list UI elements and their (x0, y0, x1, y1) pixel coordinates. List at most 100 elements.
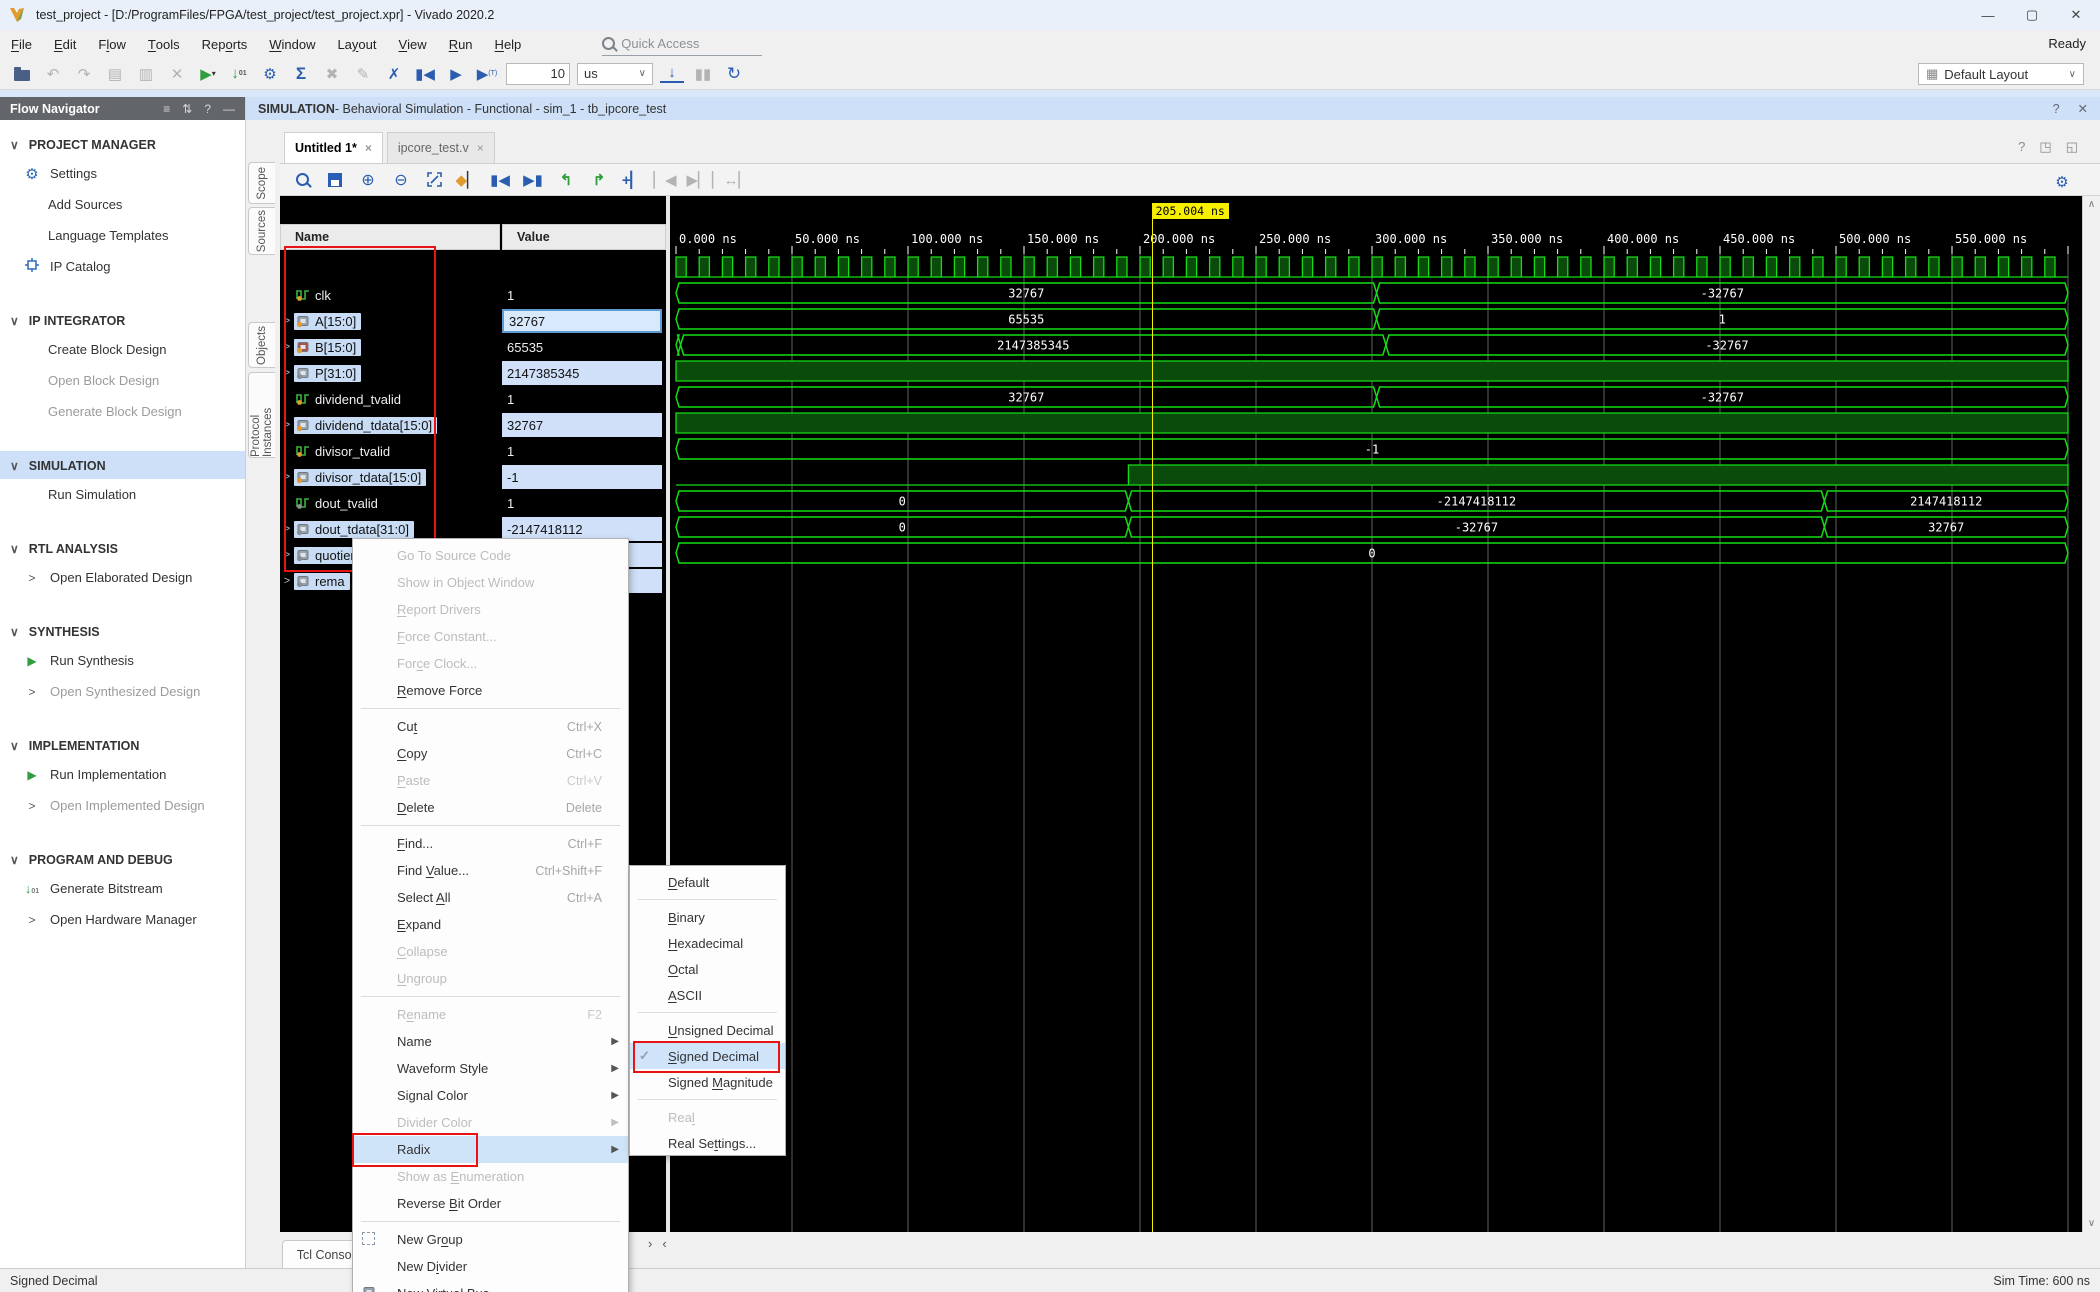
menu-item-delete[interactable]: DeleteDelete (353, 794, 628, 821)
menu-view[interactable]: View (388, 30, 438, 58)
expand-signal-icon[interactable]: > (280, 315, 294, 327)
flow-section-ip-integrator[interactable]: ∨IP INTEGRATOR (0, 306, 245, 334)
flow-item-run-simulation[interactable]: Run Simulation (0, 479, 245, 510)
close-tab-icon[interactable]: × (477, 141, 484, 155)
flow-item-open-implemented-design[interactable]: >Open Implemented Design (0, 790, 245, 821)
delete-icon[interactable]: ✕ (165, 62, 189, 86)
scroll-right-icon[interactable]: › (648, 1236, 652, 1251)
menu-item-reverse-bit-order[interactable]: Reverse Bit Order (353, 1190, 628, 1217)
name-column-header[interactable]: Name (280, 224, 500, 250)
flow-item-ip-catalog[interactable]: IP Catalog (0, 251, 245, 282)
vertical-scrollbar[interactable]: ∧ ∨ (2082, 196, 2100, 1232)
value-column-header[interactable]: Value (502, 224, 666, 250)
menu-item-ascii[interactable]: ASCII (630, 982, 785, 1008)
menu-item-default[interactable]: Default (630, 869, 785, 895)
signal-value-cell[interactable]: 1 (502, 283, 662, 307)
flow-item-open-synthesized-design[interactable]: >Open Synthesized Design (0, 676, 245, 707)
break-icon[interactable]: ✗ (382, 62, 406, 86)
signal-row-name[interactable]: divisor_tvalid (280, 438, 500, 464)
collapse-all-icon[interactable]: ≡ (163, 102, 170, 116)
menu-item-select-all[interactable]: Select AllCtrl+A (353, 884, 628, 911)
goto-end-icon[interactable]: ▶▮ (521, 168, 545, 192)
layout-selector[interactable]: ▦ Default Layout ∨ (1918, 63, 2084, 85)
add-marker-icon[interactable]: +▏ (620, 168, 644, 192)
run-for-time-icon[interactable]: ▶(T) (475, 62, 499, 86)
signal-row-name[interactable]: >B[15:0] (280, 334, 500, 360)
menu-item-name[interactable]: Name▶ (353, 1028, 628, 1055)
flow-item-generate-bitstream[interactable]: ↓01Generate Bitstream (0, 873, 245, 904)
signal-row-name[interactable]: >divisor_tdata[15:0] (280, 464, 500, 490)
time-unit-select[interactable]: us ∨ (577, 63, 653, 85)
flow-item-open-elaborated-design[interactable]: >Open Elaborated Design (0, 562, 245, 593)
find-icon[interactable] (290, 168, 314, 192)
menu-item-signed-decimal[interactable]: ✓Signed Decimal (630, 1043, 785, 1069)
run-time-input[interactable]: 10 (506, 63, 570, 85)
menu-item-real-settings-[interactable]: Real Settings... (630, 1130, 785, 1156)
float-window-icon[interactable]: ◳ (2039, 139, 2051, 155)
menu-edit[interactable]: Edit (43, 30, 87, 58)
flow-item-run-implementation[interactable]: ▶Run Implementation (0, 759, 245, 790)
time-cursor-line[interactable] (1152, 203, 1154, 1232)
waveform-plot[interactable]: 0.000 ns50.000 ns100.000 ns150.000 ns200… (670, 196, 2082, 1232)
flow-item-generate-block-design[interactable]: Generate Block Design (0, 396, 245, 427)
minimize-icon[interactable]: — (1966, 0, 2010, 30)
menu-item-signed-magnitude[interactable]: Signed Magnitude (630, 1069, 785, 1095)
undo-icon[interactable]: ↶ (41, 62, 65, 86)
quick-access-search[interactable]: Quick Access (602, 33, 762, 56)
expand-signal-icon[interactable]: > (280, 523, 294, 535)
menu-item-signal-color[interactable]: Signal Color▶ (353, 1082, 628, 1109)
menu-window[interactable]: Window (258, 30, 326, 58)
flow-item-run-synthesis[interactable]: ▶Run Synthesis (0, 645, 245, 676)
menu-item-waveform-style[interactable]: Waveform Style▶ (353, 1055, 628, 1082)
signal-value-cell[interactable]: 32767 (502, 413, 662, 437)
expand-signal-icon[interactable]: > (280, 549, 294, 561)
next-edge-icon[interactable]: ↱ (587, 168, 611, 192)
menu-item-unsigned-decimal[interactable]: Unsigned Decimal (630, 1017, 785, 1043)
close-panel-icon[interactable]: ✕ (2078, 101, 2088, 116)
edit-icon[interactable]: ✎ (351, 62, 375, 86)
scroll-down-icon[interactable]: ∨ (2083, 1218, 2100, 1229)
expand-signal-icon[interactable]: > (280, 419, 294, 431)
relaunch-icon[interactable]: ↻ (722, 62, 746, 86)
menu-item-new-divider[interactable]: New Divider (353, 1253, 628, 1280)
menu-item-remove-force[interactable]: Remove Force (353, 677, 628, 704)
menu-help[interactable]: Help (484, 30, 533, 58)
tab-ipcore-test-v[interactable]: ipcore_test.v× (387, 132, 495, 163)
prev-marker-icon[interactable]: ▏◀ (653, 168, 677, 192)
expand-signal-icon[interactable]: > (280, 471, 294, 483)
stop-icon[interactable]: ✖ (320, 62, 344, 86)
zoom-fit-icon[interactable] (422, 168, 446, 192)
zoom-out-icon[interactable]: ⊖ (389, 168, 413, 192)
dock-window-icon[interactable]: ◱ (2066, 139, 2078, 155)
expand-signal-icon[interactable]: > (280, 367, 294, 379)
signal-value-cell[interactable]: 32767 (502, 309, 662, 333)
minimize-panel-icon[interactable]: — (223, 102, 235, 116)
signal-value-cell[interactable]: 2147385345 (502, 361, 662, 385)
generate-bitstream-icon[interactable]: ↓01 (227, 62, 251, 86)
expand-signal-icon[interactable]: > (280, 341, 294, 353)
step-icon[interactable]: ↓ (660, 65, 684, 83)
flow-item-settings[interactable]: ⚙Settings (0, 158, 245, 189)
menu-item-find-value-[interactable]: Find Value...Ctrl+Shift+F (353, 857, 628, 884)
menu-layout[interactable]: Layout (326, 30, 387, 58)
goto-start-icon[interactable]: ▮◀ (488, 168, 512, 192)
open-project-icon[interactable] (10, 62, 34, 86)
menu-run[interactable]: Run (438, 30, 484, 58)
zoom-to-cursor-icon[interactable]: ◆▏ (455, 168, 479, 192)
side-tab-objects[interactable]: Objects (248, 322, 275, 368)
scroll-up-icon[interactable]: ∧ (2083, 199, 2100, 210)
restart-sim-icon[interactable]: ▮◀ (413, 62, 437, 86)
signal-value-cell[interactable]: 1 (502, 387, 662, 411)
signal-value-cell[interactable]: 1 (502, 491, 662, 515)
menu-reports[interactable]: Reports (191, 30, 259, 58)
report-sigma-icon[interactable]: Σ (289, 62, 313, 86)
menu-item-octal[interactable]: Octal (630, 956, 785, 982)
side-tab-scope[interactable]: Scope (248, 162, 275, 204)
save-waveform-icon[interactable] (323, 168, 347, 192)
menu-item-new-virtual-bus[interactable]: New Virtual Bus (353, 1280, 628, 1292)
flow-item-open-block-design[interactable]: Open Block Design (0, 365, 245, 396)
menu-item-find-[interactable]: Find...Ctrl+F (353, 830, 628, 857)
copy-icon[interactable]: ▤ (103, 62, 127, 86)
flow-item-create-block-design[interactable]: Create Block Design (0, 334, 245, 365)
settings-gear-icon[interactable]: ⚙ (258, 62, 282, 86)
